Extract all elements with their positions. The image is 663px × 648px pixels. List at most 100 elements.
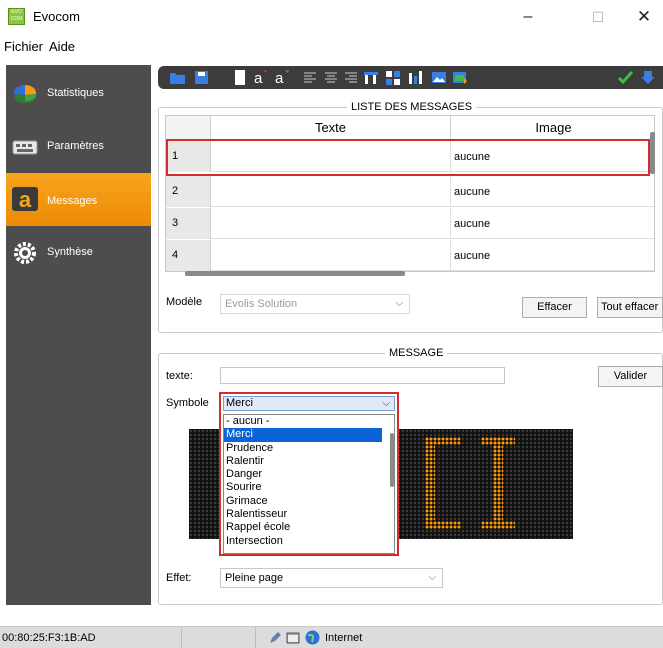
row-image-cell[interactable]: aucune xyxy=(451,240,490,271)
status-cell-empty xyxy=(182,627,256,648)
symbol-option[interactable]: Prudence xyxy=(224,442,382,455)
align-center-icon[interactable] xyxy=(325,70,337,85)
letter-a-icon: a xyxy=(12,187,38,212)
table-row[interactable]: 3 aucune xyxy=(166,208,654,241)
effect-select-value: Pleine page xyxy=(225,572,284,584)
symbol-option[interactable]: Intersection xyxy=(224,535,382,548)
grid-layout-icon[interactable] xyxy=(385,70,401,85)
row-image-cell[interactable]: aucune xyxy=(451,208,490,241)
chevron-down-icon: ⌵ xyxy=(428,572,436,583)
clear-button[interactable]: Effacer xyxy=(522,297,587,318)
status-bar: 00:80:25:F3:1B:AD Internet xyxy=(0,626,663,648)
close-button[interactable]: ✕ xyxy=(626,6,662,28)
sidebar: Statistiques Paramètres a Messages Synth… xyxy=(6,65,151,605)
validate-button[interactable]: Valider xyxy=(598,366,663,387)
blank-page-icon[interactable] xyxy=(234,70,246,85)
sidebar-item-statistiques[interactable]: Statistiques xyxy=(6,67,151,120)
pie-chart-icon xyxy=(13,84,37,103)
effect-label: Effet: xyxy=(166,572,192,584)
table-row[interactable]: 4 aucune xyxy=(166,240,654,271)
model-label: Modèle xyxy=(166,296,203,308)
row-text-cell[interactable] xyxy=(211,240,451,271)
maximize-button[interactable]: ☐ xyxy=(578,6,618,28)
group-title: MESSAGE xyxy=(385,347,448,360)
dropdown-scrollbar[interactable] xyxy=(390,433,394,487)
symbol-dropdown[interactable]: Merci ⌵ - aucun - Merci Prudence Ralenti… xyxy=(219,392,399,556)
row-number: 4 xyxy=(166,240,211,271)
globe-icon xyxy=(305,630,320,645)
led-glyph-i-stem xyxy=(493,437,503,529)
chevron-down-icon: ⌵ xyxy=(395,298,403,309)
font-size-down-icon[interactable]: a xyxy=(275,70,291,85)
minimize-button[interactable]: – xyxy=(508,6,548,28)
sidebar-item-label: Paramètres xyxy=(47,140,104,152)
menu-bar: Fichier Aide xyxy=(0,37,78,57)
image-icon[interactable] xyxy=(431,70,447,85)
menu-aide[interactable]: Aide xyxy=(45,37,77,57)
symbol-option[interactable]: Grimace xyxy=(224,495,382,508)
align-right-icon[interactable] xyxy=(345,70,357,85)
message-text-input[interactable] xyxy=(220,367,505,384)
bar-layout-icon[interactable] xyxy=(407,70,423,85)
mac-address: 00:80:25:F3:1B:AD xyxy=(0,627,182,648)
clear-all-button[interactable]: Tout effacer xyxy=(597,297,663,318)
align-left-icon[interactable] xyxy=(304,70,316,85)
selected-row-highlight xyxy=(166,139,650,176)
font-size-up-icon[interactable]: a xyxy=(254,70,270,85)
led-glyph-c-stem xyxy=(425,437,435,529)
model-select-value: Evolis Solution xyxy=(225,298,298,310)
app-logo-icon: EVO COM xyxy=(8,8,25,25)
check-icon[interactable] xyxy=(618,70,634,85)
row-text-cell[interactable] xyxy=(211,176,451,207)
save-icon[interactable] xyxy=(194,70,209,85)
symbol-option[interactable]: Danger xyxy=(224,468,382,481)
sidebar-item-synthese[interactable]: Synthèse xyxy=(6,226,151,279)
row-text-cell[interactable] xyxy=(211,208,451,239)
text-label: texte: xyxy=(166,370,193,382)
image-add-icon[interactable] xyxy=(452,70,468,85)
title-bar: EVO COM Evocom – ☐ ✕ xyxy=(0,0,663,34)
sidebar-item-label: Messages xyxy=(47,195,98,207)
row-number: 3 xyxy=(166,208,211,239)
sidebar-item-label: Statistiques xyxy=(47,87,104,99)
window-icon xyxy=(286,632,300,644)
led-glyph-i-bottom xyxy=(481,521,515,529)
effect-select[interactable]: Pleine page ⌵ xyxy=(220,568,443,588)
symbol-label: Symbole xyxy=(166,397,209,409)
symbol-select-value: Merci xyxy=(226,397,253,409)
column-layout-icon[interactable] xyxy=(363,70,379,85)
row-number: 2 xyxy=(166,176,211,207)
symbol-options-list[interactable]: - aucun - Merci Prudence Ralentir Danger… xyxy=(223,414,395,554)
keyboard-icon xyxy=(12,140,38,155)
symbol-option[interactable]: Ralentisseur xyxy=(224,508,382,521)
svg-text:a: a xyxy=(275,70,284,85)
download-icon[interactable] xyxy=(641,70,655,85)
model-select: Evolis Solution ⌵ xyxy=(220,294,410,314)
gear-icon xyxy=(14,242,36,264)
sidebar-item-messages[interactable]: a Messages xyxy=(6,173,151,226)
sidebar-item-parametres[interactable]: Paramètres xyxy=(6,120,151,173)
symbol-option[interactable]: - aucun - xyxy=(224,415,382,428)
open-folder-icon[interactable] xyxy=(169,70,186,85)
chevron-down-icon[interactable]: ⌵ xyxy=(382,397,390,410)
symbol-option[interactable]: Ralentir xyxy=(224,455,382,468)
window-title: Evocom xyxy=(33,9,80,24)
toolbar: a a xyxy=(158,66,663,89)
svg-text:a: a xyxy=(254,70,263,85)
led-glyph-c-bottom xyxy=(425,521,461,529)
sidebar-item-label: Synthèse xyxy=(47,246,93,258)
column-header-image[interactable]: Image xyxy=(451,116,654,140)
table-header-corner xyxy=(166,116,211,140)
menu-fichier[interactable]: Fichier xyxy=(0,37,45,57)
symbol-select[interactable]: Merci ⌵ xyxy=(223,396,395,411)
symbol-option-selected[interactable]: Merci xyxy=(224,428,382,442)
pen-icon xyxy=(270,632,281,643)
table-vertical-scrollbar[interactable] xyxy=(650,132,655,174)
row-image-cell[interactable]: aucune xyxy=(451,176,490,209)
symbol-option[interactable]: Sourire xyxy=(224,481,382,494)
column-header-texte[interactable]: Texte xyxy=(211,116,451,140)
svg-text:a: a xyxy=(19,187,32,212)
symbol-option[interactable]: Rappel école xyxy=(224,521,382,534)
table-row[interactable]: 2 aucune xyxy=(166,176,654,209)
table-horizontal-scrollbar[interactable] xyxy=(185,271,405,276)
